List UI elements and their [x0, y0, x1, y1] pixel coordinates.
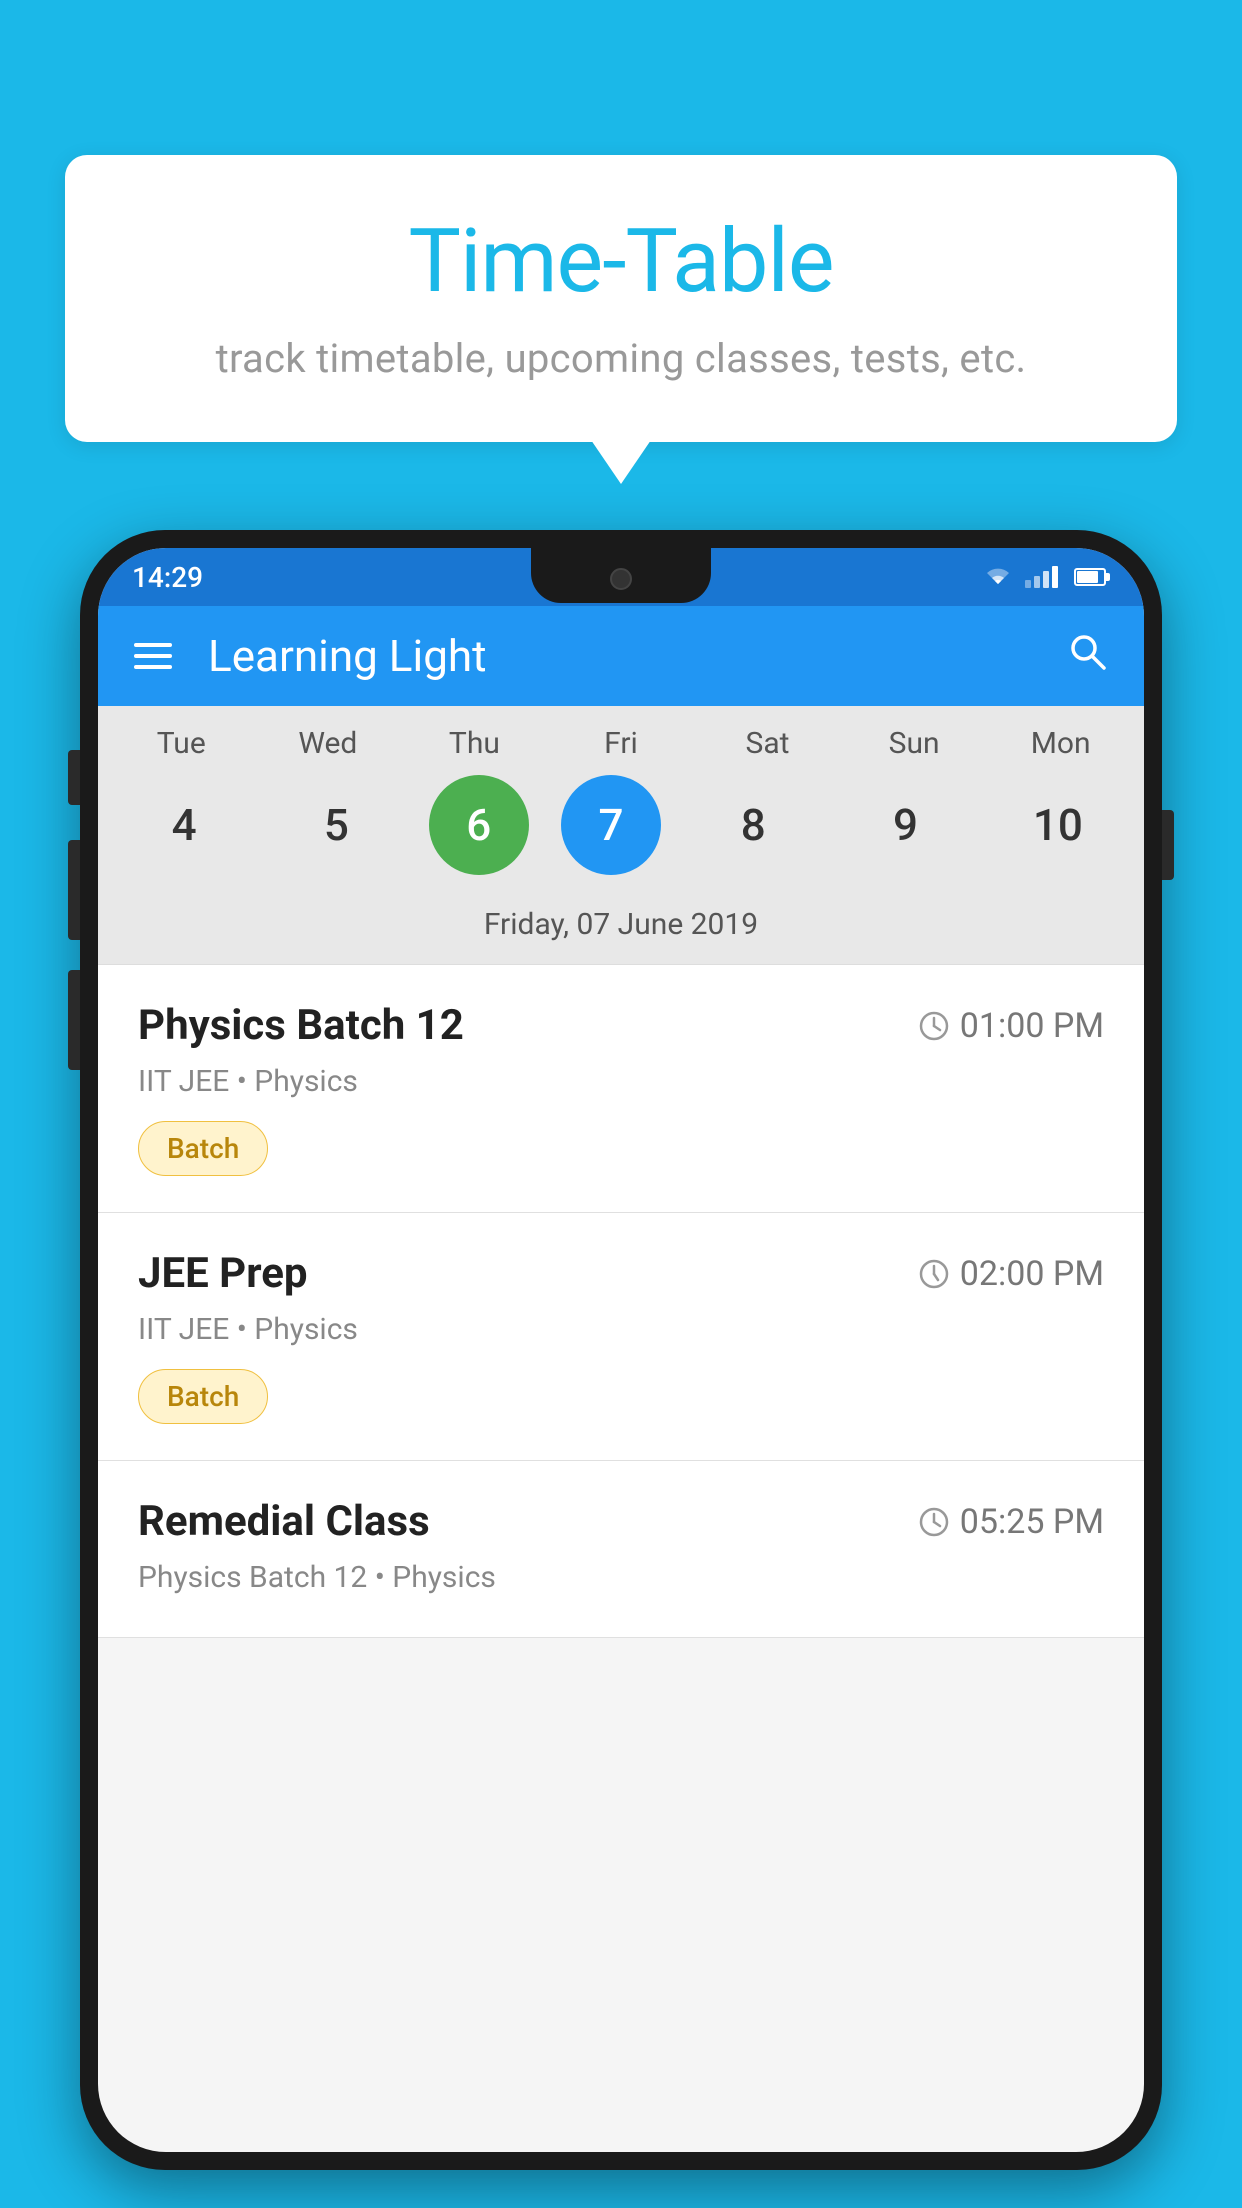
schedule-name-1: Physics Batch 12: [138, 1001, 464, 1050]
phone-screen: 14:29: [98, 548, 1144, 2152]
day-wed: Wed: [268, 726, 388, 761]
date-5[interactable]: 5: [276, 775, 396, 875]
schedule-item-1[interactable]: Physics Batch 12 01:00 PM IIT JEE • Phys…: [98, 965, 1144, 1213]
date-9[interactable]: 9: [846, 775, 966, 875]
schedule-item-3-top: Remedial Class 05:25 PM: [138, 1497, 1104, 1546]
date-6-today[interactable]: 6: [429, 775, 529, 875]
wifi-icon: [983, 566, 1013, 588]
search-icon[interactable]: [1066, 630, 1108, 683]
schedule-sub-3: Physics Batch 12 • Physics: [138, 1560, 1104, 1595]
phone-camera: [610, 568, 632, 590]
batch-badge-1: Batch: [138, 1121, 268, 1176]
clock-icon-2: [918, 1258, 950, 1290]
day-mon: Mon: [1001, 726, 1121, 761]
phone-wrapper: 14:29: [80, 530, 1162, 2208]
schedule-item-3[interactable]: Remedial Class 05:25 PM Physics Batch 12…: [98, 1461, 1144, 1638]
date-8[interactable]: 8: [693, 775, 813, 875]
schedule-time-3: 05:25 PM: [918, 1502, 1104, 1542]
schedule-sub-2: IIT JEE • Physics: [138, 1312, 1104, 1347]
calendar-strip: Tue Wed Thu Fri Sat Sun Mon 4 5 6 7 8 9 …: [98, 706, 1144, 965]
date-7-selected[interactable]: 7: [561, 775, 661, 875]
phone-btn-right: [1162, 810, 1174, 880]
batch-badge-2: Batch: [138, 1369, 268, 1424]
day-thu: Thu: [414, 726, 534, 761]
speech-bubble: Time-Table track timetable, upcoming cla…: [65, 155, 1177, 442]
phone-btn-left1: [68, 750, 80, 805]
day-fri: Fri: [561, 726, 681, 761]
bubble-subtitle: track timetable, upcoming classes, tests…: [125, 335, 1117, 382]
date-10[interactable]: 10: [998, 775, 1118, 875]
bubble-title: Time-Table: [125, 210, 1117, 313]
phone-btn-left2: [68, 840, 80, 940]
schedule-list: Physics Batch 12 01:00 PM IIT JEE • Phys…: [98, 965, 1144, 1638]
schedule-time-1: 01:00 PM: [918, 1006, 1104, 1046]
schedule-name-2: JEE Prep: [138, 1249, 308, 1298]
phone-btn-left3: [68, 970, 80, 1070]
calendar-days-header: Tue Wed Thu Fri Sat Sun Mon: [98, 726, 1144, 761]
app-title: Learning Light: [208, 630, 1066, 682]
clock-icon-1: [918, 1010, 950, 1042]
schedule-name-3: Remedial Class: [138, 1497, 430, 1546]
day-tue: Tue: [121, 726, 241, 761]
speech-bubble-container: Time-Table track timetable, upcoming cla…: [65, 155, 1177, 442]
date-4[interactable]: 4: [124, 775, 244, 875]
schedule-sub-1: IIT JEE • Physics: [138, 1064, 1104, 1099]
day-sun: Sun: [854, 726, 974, 761]
calendar-dates: 4 5 6 7 8 9 10: [98, 775, 1144, 875]
battery-icon: [1074, 568, 1106, 586]
clock-icon-3: [918, 1506, 950, 1538]
day-sat: Sat: [708, 726, 828, 761]
status-icons: [983, 566, 1106, 588]
schedule-item-2-top: JEE Prep 02:00 PM: [138, 1249, 1104, 1298]
signal-icon: [1025, 566, 1058, 588]
phone-notch: [531, 548, 711, 603]
phone-outer: 14:29: [80, 530, 1162, 2170]
schedule-time-2: 02:00 PM: [918, 1254, 1104, 1294]
selected-date-label: Friday, 07 June 2019: [98, 895, 1144, 965]
hamburger-icon[interactable]: [134, 643, 172, 669]
schedule-item-1-top: Physics Batch 12 01:00 PM: [138, 1001, 1104, 1050]
status-time: 14:29: [132, 561, 203, 594]
app-bar: Learning Light: [98, 606, 1144, 706]
schedule-item-2[interactable]: JEE Prep 02:00 PM IIT JEE • Physics Batc…: [98, 1213, 1144, 1461]
